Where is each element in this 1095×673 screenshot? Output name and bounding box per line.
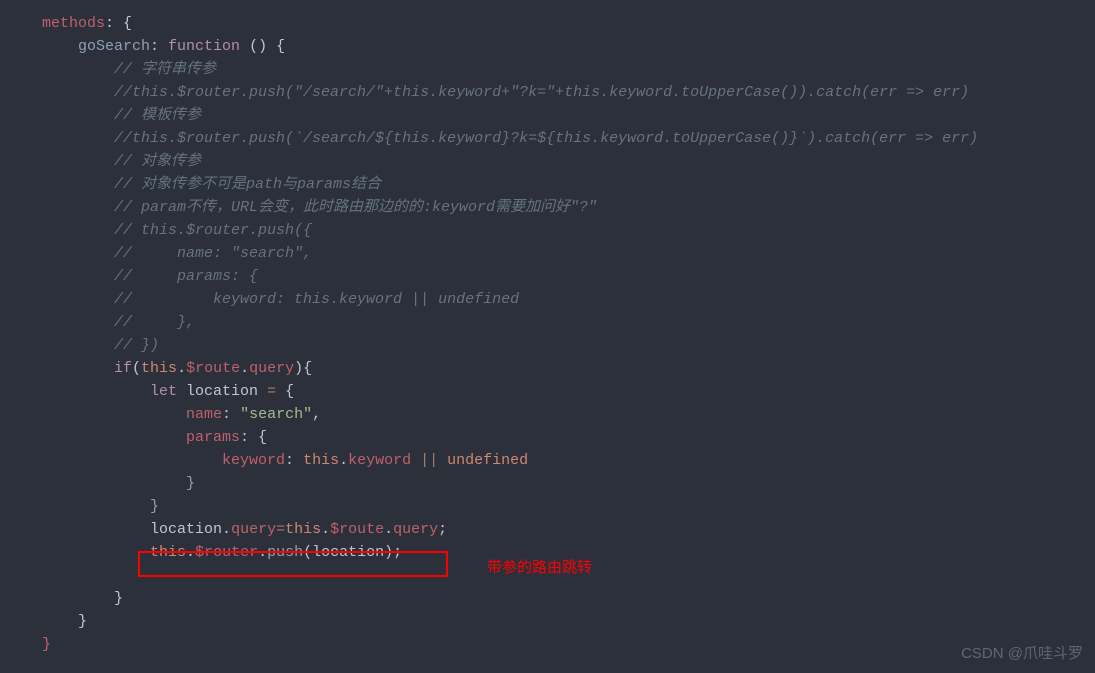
code-line-8: // 对象传参不可是path与params结合	[42, 173, 1095, 196]
comment-2: //this.$router.push("/search/"+this.keyw…	[114, 84, 969, 101]
comment-11: // keyword: this.keyword || undefined	[114, 291, 519, 308]
code-line-13: // keyword: this.keyword || undefined	[42, 288, 1095, 311]
code-line-23: location.query=this.$route.query;	[42, 518, 1095, 541]
code-line-7: // 对象传参	[42, 150, 1095, 173]
comment-13: // })	[114, 337, 159, 354]
code-line-22: }	[42, 495, 1095, 518]
comment-5: // 对象传参	[114, 153, 201, 170]
code-line-20: keyword: this.keyword || undefined	[42, 449, 1095, 472]
comment-1: // 字符串传参	[114, 61, 216, 78]
token-function: function	[168, 38, 240, 55]
annotation-text: 带参的路由跳转	[487, 556, 592, 579]
comment-12: // },	[114, 314, 195, 331]
code-line-17: let location = {	[42, 380, 1095, 403]
code-line-11: // name: "search",	[42, 242, 1095, 265]
token-goSearch: goSearch	[78, 38, 150, 55]
comment-8: // this.$router.push({	[114, 222, 312, 239]
comment-10: // params: {	[114, 268, 258, 285]
token-methods: methods	[42, 15, 105, 32]
code-line-2: goSearch: function () {	[42, 35, 1095, 58]
comment-7: // param不传，URL会变，此时路由那边的的:keyword需要加问好"?…	[114, 199, 597, 216]
comment-9: // name: "search",	[114, 245, 312, 262]
token-let: let	[150, 383, 177, 400]
watermark-text: CSDN @爪哇斗罗	[961, 642, 1083, 665]
comment-4: //this.$router.push(`/search/${this.keyw…	[114, 130, 978, 147]
code-line-16: if(this.$route.query){	[42, 357, 1095, 380]
code-line-6: //this.$router.push(`/search/${this.keyw…	[42, 127, 1095, 150]
code-line-1: methods: {	[42, 12, 1095, 35]
code-line-4: //this.$router.push("/search/"+this.keyw…	[42, 81, 1095, 104]
code-line-15: // })	[42, 334, 1095, 357]
code-line-26: }	[42, 587, 1095, 610]
code-line-9: // param不传，URL会变，此时路由那边的的:keyword需要加问好"?…	[42, 196, 1095, 219]
code-line-12: // params: {	[42, 265, 1095, 288]
code-line-5: // 模板传参	[42, 104, 1095, 127]
code-line-19: params: {	[42, 426, 1095, 449]
code-line-28: }	[42, 633, 1095, 656]
code-line-3: // 字符串传参	[42, 58, 1095, 81]
code-line-21: }	[42, 472, 1095, 495]
token-this: this	[141, 360, 177, 377]
code-line-18: name: "search",	[42, 403, 1095, 426]
code-line-27: }	[42, 610, 1095, 633]
comment-6: // 对象传参不可是path与params结合	[114, 176, 381, 193]
token-if: if	[114, 360, 132, 377]
comment-3: // 模板传参	[114, 107, 201, 124]
code-line-10: // this.$router.push({	[42, 219, 1095, 242]
code-line-14: // },	[42, 311, 1095, 334]
